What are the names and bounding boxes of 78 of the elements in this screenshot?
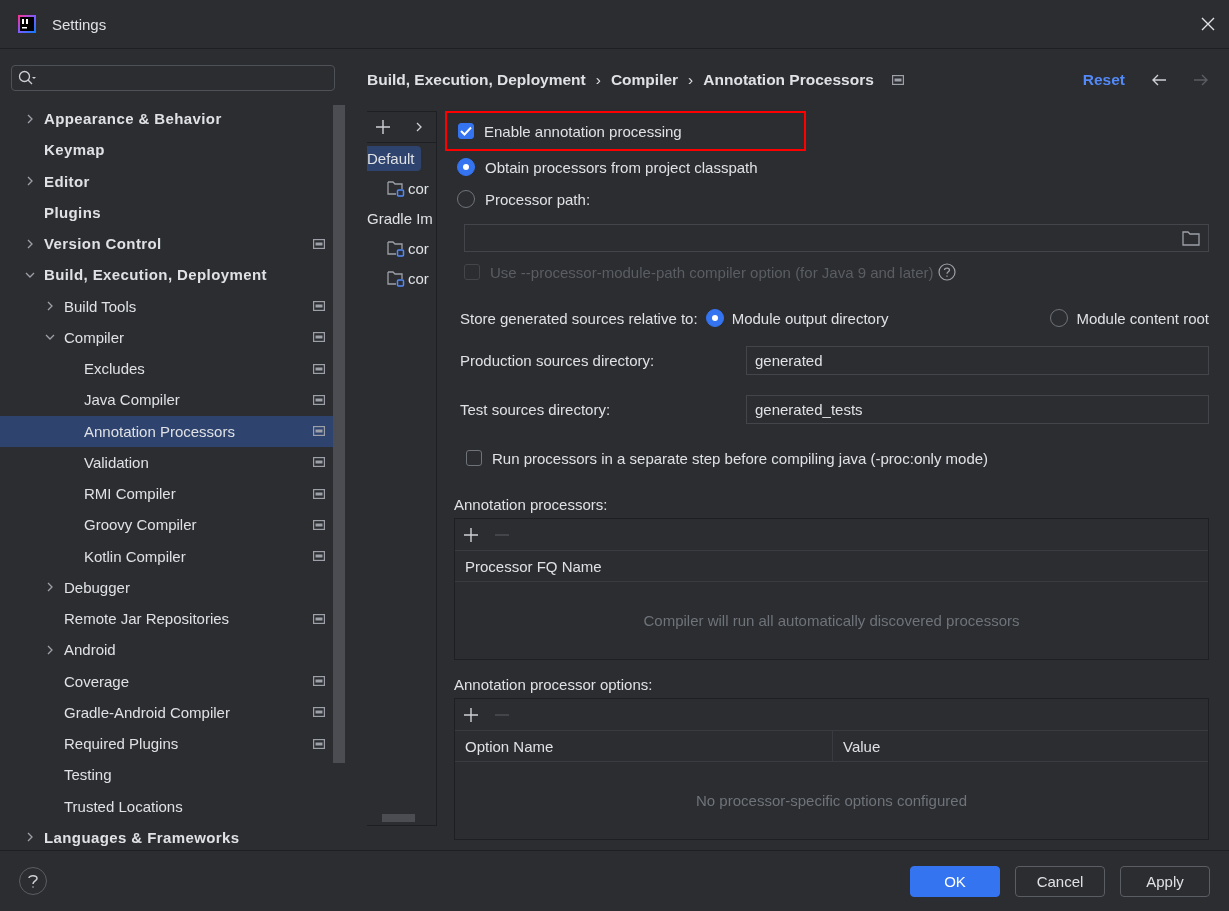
- tree-item[interactable]: Required Plugins: [0, 728, 333, 760]
- column-header[interactable]: Option Name: [455, 731, 832, 761]
- tree-item[interactable]: Testing: [0, 759, 333, 791]
- back-arrow-icon[interactable]: [1151, 73, 1167, 87]
- close-icon[interactable]: [1201, 17, 1215, 31]
- field-label: Test sources directory:: [460, 401, 612, 418]
- reset-link[interactable]: Reset: [1082, 71, 1125, 89]
- search-icon[interactable]: [18, 70, 38, 86]
- tree-item[interactable]: Build, Execution, Deployment: [0, 259, 333, 291]
- tree-item[interactable]: Kotlin Compiler: [0, 540, 333, 572]
- radio-label: Module output directory: [731, 309, 889, 327]
- search-field[interactable]: [11, 65, 335, 91]
- module-folder-icon: [387, 269, 405, 287]
- path-field[interactable]: [464, 224, 1209, 252]
- tree-item[interactable]: Groovy Compiler: [0, 509, 333, 541]
- checkbox-label: Enable annotation processing: [484, 122, 682, 140]
- ok-button[interactable]: OK: [910, 865, 1000, 897]
- module-folder-icon: [387, 179, 405, 197]
- empty-message: Compiler will run all automatically discovered processors: [642, 611, 1021, 631]
- breadcrumb-item[interactable]: Build, Execution, Deployment: [367, 71, 586, 89]
- add-icon[interactable]: [375, 119, 391, 135]
- breadcrumb-item[interactable]: Annotation Processors: [703, 71, 874, 89]
- tree-item[interactable]: Annotation Processors: [0, 415, 333, 447]
- profile-item[interactable]: Gradle Im: [367, 205, 436, 231]
- tree-item[interactable]: Java Compiler: [0, 384, 333, 416]
- text-field[interactable]: generated: [746, 346, 1209, 375]
- tree-item[interactable]: Keymap: [0, 134, 333, 166]
- radio-label: Obtain processors from project classpath: [485, 158, 758, 176]
- add-icon[interactable]: [463, 526, 479, 543]
- radio-label: Module content root: [1076, 309, 1209, 327]
- tree-item[interactable]: Gradle-Android Compiler: [0, 696, 333, 728]
- window-title: Settings: [52, 15, 107, 33]
- tree-item[interactable]: Languages & Frameworks: [0, 821, 333, 850]
- tree-item[interactable]: Editor: [0, 165, 333, 197]
- tree-item[interactable]: RMI Compiler: [0, 478, 333, 510]
- tree-item[interactable]: Version Control: [0, 228, 333, 260]
- tree-item[interactable]: Build Tools: [0, 290, 333, 322]
- field-label: Production sources directory:: [460, 352, 656, 369]
- tree-item[interactable]: Coverage: [0, 665, 333, 697]
- checkbox[interactable]: [458, 123, 474, 139]
- section-label: Annotation processor options:: [453, 676, 654, 695]
- checkbox[interactable]: [466, 450, 482, 466]
- checkbox-label: Run processors in a separate step before compiling java (-proc:only mode): [492, 449, 989, 467]
- breadcrumb-separator: ›: [595, 71, 601, 89]
- scrollbar[interactable]: [382, 814, 415, 822]
- column-header[interactable]: Value: [832, 731, 1208, 761]
- tree-item[interactable]: Trusted Locations: [0, 790, 333, 822]
- field-label: Store generated sources relative to:: [460, 309, 698, 327]
- section-label: Annotation processors:: [453, 496, 609, 515]
- tree-item[interactable]: Validation: [0, 446, 333, 478]
- help-icon[interactable]: [937, 263, 956, 281]
- radio-button[interactable]: [457, 158, 475, 176]
- radio-button[interactable]: [705, 309, 724, 327]
- tree-item[interactable]: Appearance & Behavior: [0, 103, 333, 135]
- text-field[interactable]: generated_tests: [746, 395, 1209, 424]
- profile-item[interactable]: cor: [408, 237, 429, 259]
- folder-icon[interactable]: [1182, 230, 1200, 246]
- tree-item[interactable]: Plugins: [0, 196, 333, 228]
- dialog-button[interactable]: Apply: [1120, 865, 1210, 897]
- tree-item[interactable]: Android: [0, 634, 333, 666]
- add-icon[interactable]: [463, 706, 479, 723]
- tree-item[interactable]: Debugger: [0, 571, 333, 603]
- profile-item[interactable]: Default: [367, 145, 421, 171]
- scrollbar[interactable]: [333, 105, 345, 763]
- radio-label: Processor path:: [485, 190, 591, 208]
- module-folder-icon: [387, 239, 405, 257]
- empty-message: No processor-specific options configured: [695, 791, 968, 811]
- profile-item[interactable]: cor: [408, 177, 429, 199]
- question-mark-icon: [27, 873, 39, 889]
- breadcrumb-item[interactable]: Compiler: [610, 71, 679, 89]
- tree-item[interactable]: Excludes: [0, 353, 333, 385]
- tree-item[interactable]: Remote Jar Repositories: [0, 603, 333, 635]
- tree-item[interactable]: Compiler: [0, 321, 333, 353]
- column-header[interactable]: Processor FQ Name: [455, 551, 1208, 581]
- dialog-button[interactable]: Cancel: [1015, 865, 1105, 897]
- app-logo-icon: [18, 15, 36, 33]
- profile-item[interactable]: cor: [408, 267, 429, 289]
- breadcrumb-separator: ›: [688, 71, 694, 89]
